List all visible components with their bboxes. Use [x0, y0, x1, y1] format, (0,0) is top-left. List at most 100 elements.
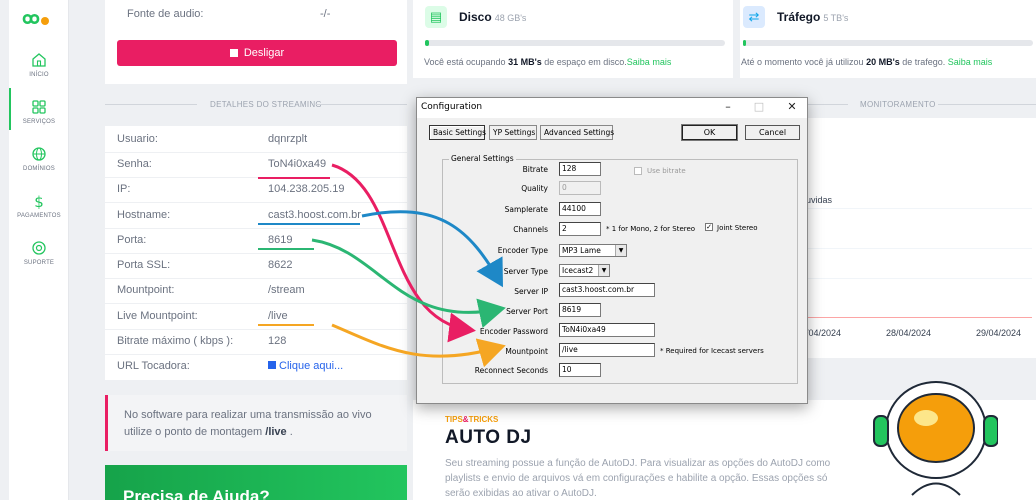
encoder-password-label: Encoder Password — [479, 327, 548, 336]
detail-value-bitrate: 128 — [268, 335, 287, 347]
server-port-label: Server Port — [506, 307, 548, 316]
detail-label-hostname: Hostname: — [117, 209, 171, 221]
sidebar-item-servicos[interactable]: SERVIÇOS — [9, 99, 69, 125]
globe-icon — [32, 147, 46, 161]
channels-field[interactable]: 2 — [559, 222, 601, 236]
sidebar-item-label: PAGAMENTOS — [17, 213, 61, 219]
disk-card: ▤ Disco 48 GB's Você está ocupando 31 MB'… — [413, 0, 733, 78]
detail-value-user: dqnrzplt — [268, 133, 308, 145]
mountpoint-note: * Required for Icecast servers — [660, 347, 764, 355]
bitrate-field[interactable]: 128 — [559, 162, 601, 176]
disk-progress-track — [425, 40, 725, 46]
database-icon: ▤ — [425, 6, 447, 28]
cancel-button[interactable]: Cancel — [745, 125, 800, 140]
disk-usage-text: Você está ocupando 31 MB's de espaço em … — [424, 57, 671, 67]
sidebar-item-suporte[interactable]: SUPORTE — [9, 240, 69, 266]
grid-line — [806, 208, 1032, 209]
detail-value-mountpoint: /stream — [268, 284, 305, 296]
reconnect-label: Reconnect Seconds — [474, 366, 548, 375]
transfer-icon: ⇄ — [743, 6, 765, 28]
detail-label-player-url: URL Tocadora: — [117, 360, 190, 372]
dropdown-arrow-icon: ▼ — [615, 245, 626, 256]
channels-note: * 1 for Mono, 2 for Stereo — [606, 225, 696, 233]
dialog-titlebar[interactable]: Configuration – □ ✕ — [417, 98, 807, 118]
sidebar-item-label: SERVIÇOS — [22, 119, 56, 125]
minimize-icon[interactable]: – — [721, 100, 735, 113]
samplerate-label: Samplerate — [504, 205, 548, 214]
disk-progress-fill — [425, 40, 429, 46]
chart-baseline — [806, 317, 1032, 318]
encoder-type-select[interactable]: MP3 Lame ▼ — [559, 244, 627, 257]
sidebar-item-label: DOMÍNIOS — [23, 166, 55, 172]
row-divider — [105, 152, 407, 153]
mountpoint-field[interactable]: /live — [559, 343, 655, 357]
reconnect-field[interactable]: 10 — [559, 363, 601, 377]
detail-label-mountpoint: Mountpoint: — [117, 284, 175, 296]
traffic-more-link[interactable]: Saiba mais — [948, 57, 993, 67]
monitor-chart-card: uvidas /04/2024 28/04/2024 29/04/2024 — [780, 118, 1036, 358]
detail-label-live-mountpoint: Live Mountpoint: — [117, 310, 198, 322]
close-icon[interactable]: ✕ — [785, 100, 799, 113]
live-notice: No software para realizar uma transmissã… — [105, 395, 407, 451]
row-divider — [105, 253, 407, 254]
autodj-description: Seu streaming possue a função de AutoDJ.… — [445, 458, 831, 499]
date-label: 29/04/2024 — [976, 328, 1022, 338]
server-type-value: Icecast2 — [562, 266, 594, 275]
tips-tricks-tag: TIPS&TRICKS — [445, 415, 498, 424]
traffic-title-text: Tráfego — [777, 10, 821, 24]
disk-used: 31 MB's — [508, 57, 542, 67]
astronaut-illustration — [873, 381, 998, 496]
tab-basic-settings[interactable]: Basic Settings — [429, 125, 486, 140]
server-port-field[interactable]: 8619 — [559, 303, 601, 317]
channels-label: Channels — [513, 225, 548, 234]
stop-stream-button[interactable]: Desligar — [117, 40, 397, 66]
brand-logo — [22, 13, 49, 25]
hostname-highlight — [258, 223, 360, 225]
traffic-used: 20 MB's — [866, 57, 900, 67]
sidebar-item-dominios[interactable]: DOMÍNIOS — [9, 146, 69, 172]
stop-icon — [229, 49, 238, 57]
traffic-progress-track — [743, 40, 1033, 46]
row-divider — [105, 278, 407, 279]
external-link-icon — [268, 361, 276, 369]
audio-source-value: -/- — [320, 8, 331, 20]
sidebar-item-pagamentos[interactable]: $ PAGAMENTOS — [9, 193, 69, 219]
use-bitrate-checkbox[interactable] — [634, 167, 642, 175]
divider — [938, 104, 1036, 105]
grid-line — [806, 248, 1032, 249]
sidebar-item-label: SUPORTE — [23, 260, 55, 266]
sidebar-item-inicio[interactable]: INÍCIO — [9, 52, 69, 78]
disk-more-link[interactable]: Saiba mais — [627, 57, 672, 67]
tab-yp-settings[interactable]: YP Settings — [489, 125, 537, 140]
traffic-card: ⇄ Tráfego 5 TB's Até o momento você já ut… — [740, 0, 1036, 78]
details-title: DETALHES DO STREAMING — [210, 100, 322, 109]
autodj-card: TIPS&TRICKS AUTO DJ Seu streaming possue… — [413, 381, 1036, 500]
tag-tricks: TRICKS — [468, 415, 499, 424]
grid-line — [806, 278, 1032, 279]
server-ip-field[interactable]: cast3.hoost.com.br — [559, 283, 655, 297]
traffic-capacity: 5 TB's — [823, 13, 849, 23]
samplerate-field[interactable]: 44100 — [559, 202, 601, 216]
ok-button[interactable]: OK — [681, 124, 738, 141]
port-highlight — [258, 248, 314, 250]
dialog-title: Configuration — [421, 102, 483, 112]
monitor-title: MONITORAMENTO — [860, 100, 936, 109]
notice-bold: /live — [265, 426, 287, 438]
traffic-usage-text: Até o momento você já utilizou 20 MB's d… — [741, 57, 992, 67]
autodj-title: AUTO DJ — [445, 427, 532, 448]
server-type-select[interactable]: Icecast2 ▼ — [559, 264, 610, 277]
traffic-text-post: de trafego. — [899, 57, 948, 67]
joint-stereo-checkbox[interactable]: ✓ — [705, 223, 713, 231]
detail-value-ip: 104.238.205.19 — [268, 183, 345, 195]
legend-fragment: uvidas — [806, 195, 833, 205]
encoder-password-field[interactable]: ToN4i0xa49 — [559, 323, 655, 337]
player-url-link[interactable]: Clique aqui... — [268, 360, 343, 372]
audio-source-label: Fonte de audio: — [127, 8, 204, 20]
quality-field: 0 — [559, 181, 601, 195]
disk-text-post: de espaço em disco. — [541, 57, 627, 67]
tab-advanced-settings[interactable]: Advanced Settings — [540, 125, 614, 140]
configuration-dialog: Configuration – □ ✕ Basic Settings YP Se… — [416, 97, 808, 404]
tag-tips: TIPS — [445, 415, 463, 424]
detail-value-password: ToN4i0xa49 — [268, 158, 327, 170]
help-card[interactable]: Precisa de Ajuda? — [105, 465, 407, 500]
